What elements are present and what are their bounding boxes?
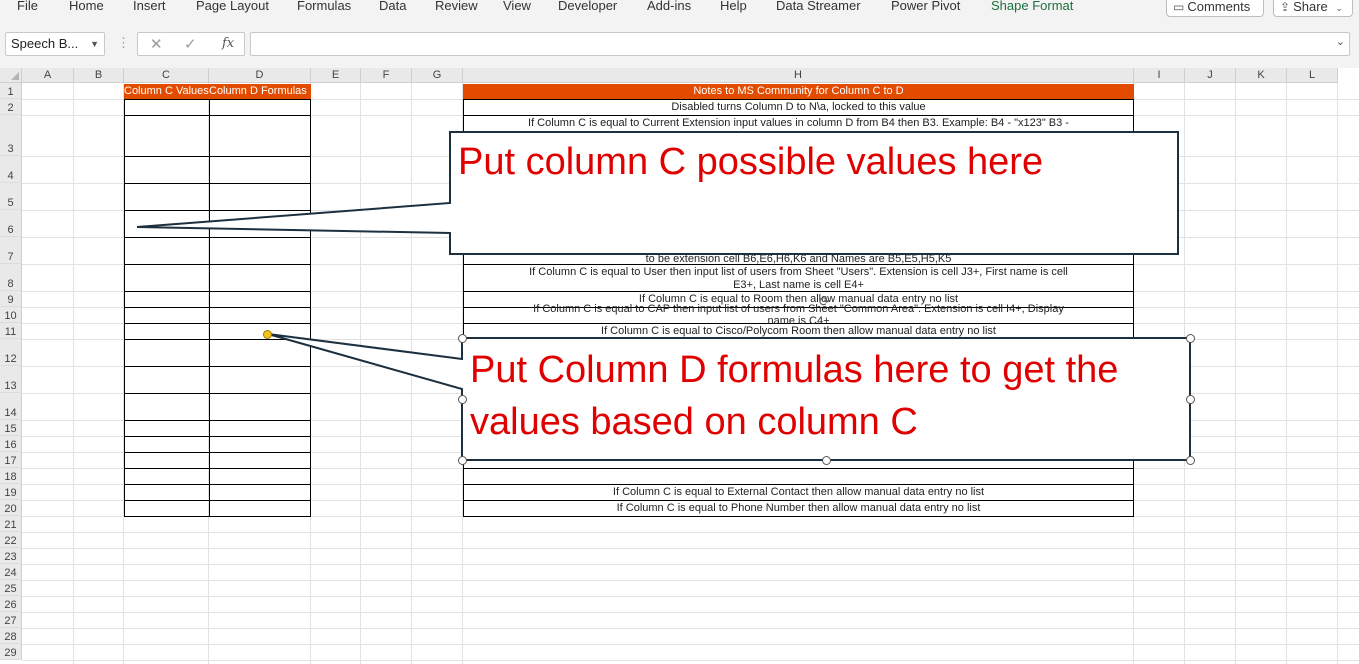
resize-handle-bottom[interactable] — [822, 456, 831, 465]
callout-c-text[interactable]: Put column C possible values here — [458, 136, 1043, 188]
callout-d-text-line2[interactable]: values based on column C — [470, 396, 918, 448]
resize-handle-bottom-left[interactable] — [458, 456, 467, 465]
callout-shapes — [136, 131, 1191, 461]
resize-handle-right[interactable] — [1186, 395, 1195, 404]
callout-pointer-adjust-handle[interactable] — [263, 330, 272, 339]
callout-d-text-line1[interactable]: Put Column D formulas here to get the — [470, 344, 1118, 396]
rotate-handle-icon[interactable]: ⟳ — [819, 294, 830, 310]
resize-handle-top-right[interactable] — [1186, 334, 1195, 343]
resize-handle-left[interactable] — [458, 395, 467, 404]
resize-handle-top-left[interactable] — [458, 334, 467, 343]
resize-handle-bottom-right[interactable] — [1186, 456, 1195, 465]
